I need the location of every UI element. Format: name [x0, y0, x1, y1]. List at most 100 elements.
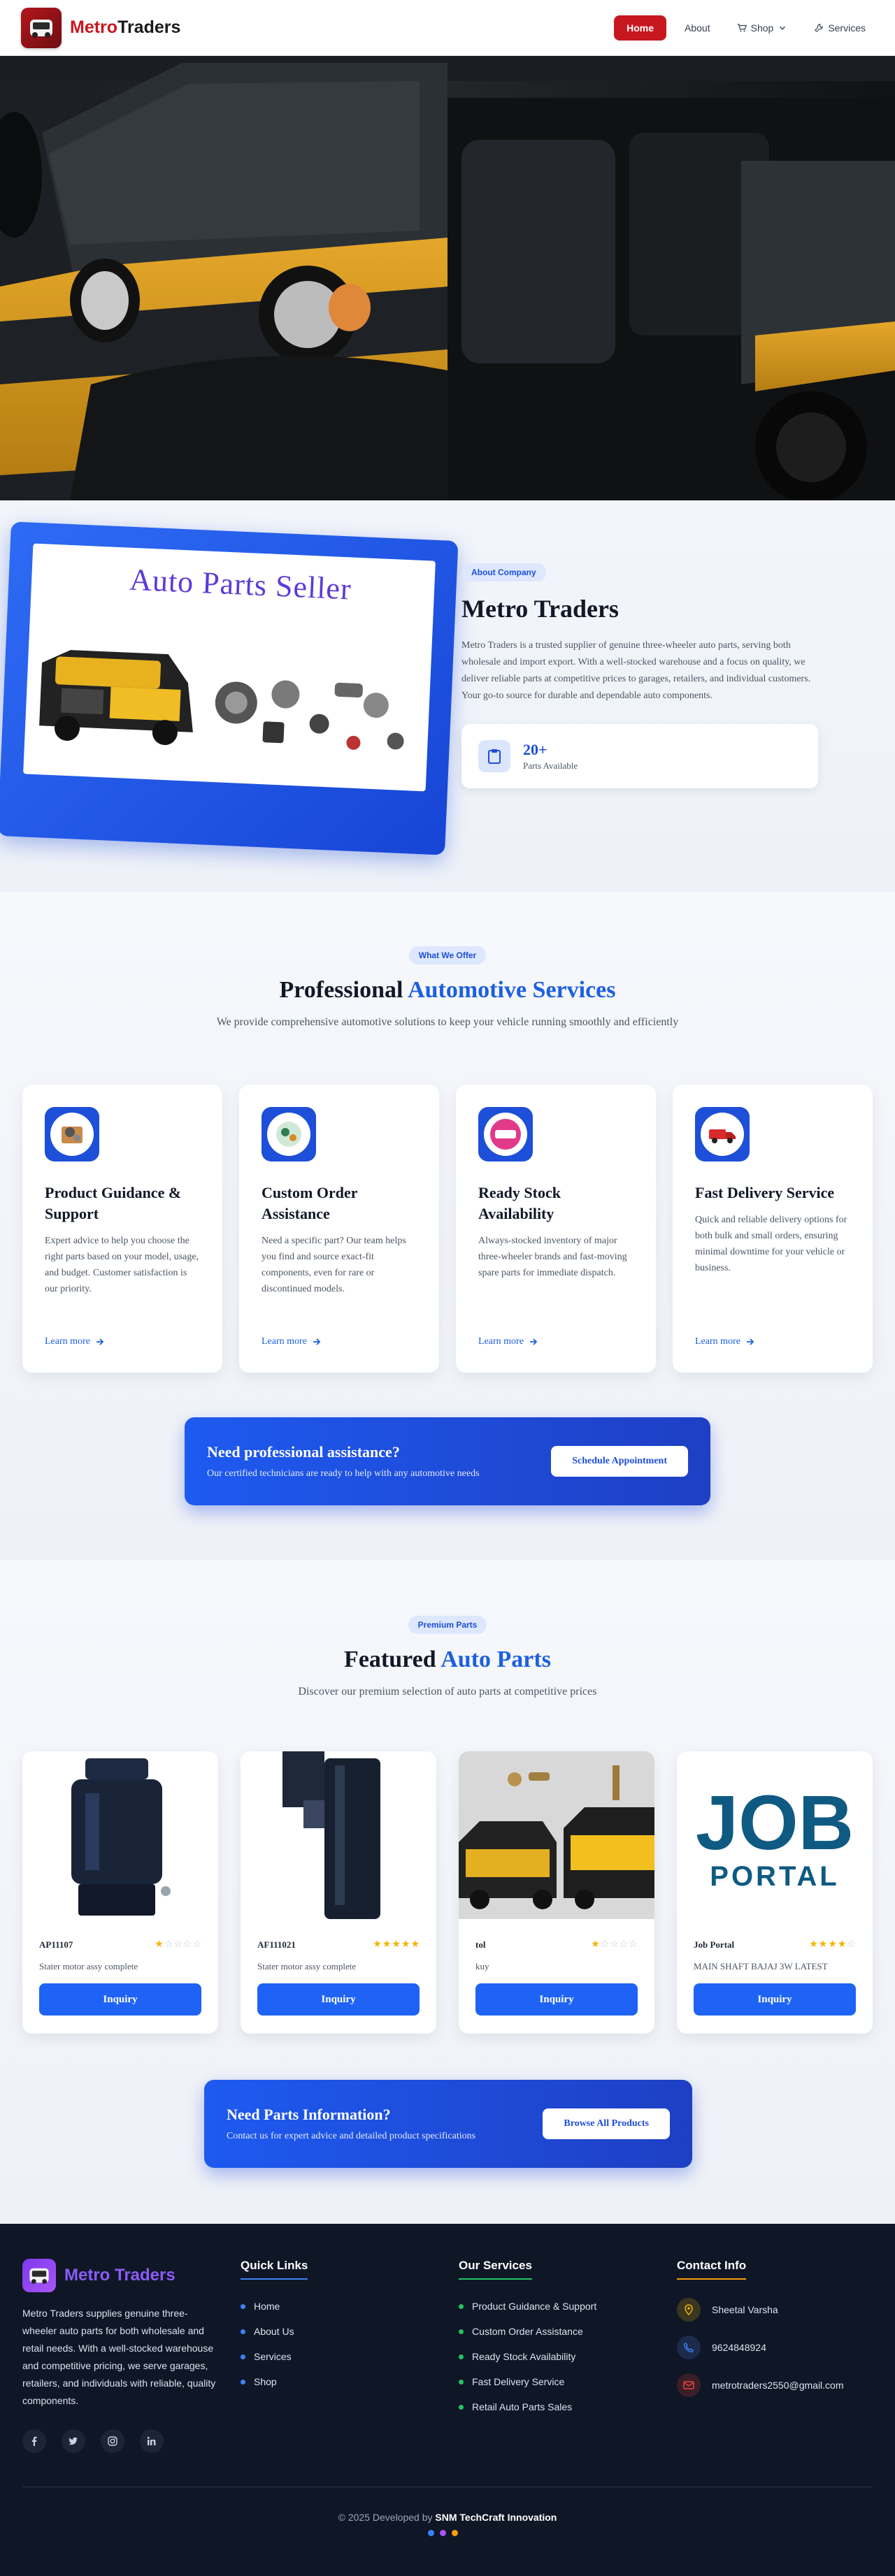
product-description: Stater motor assy complete: [257, 1961, 357, 1971]
star-empty-icon: ☆: [619, 1939, 629, 1950]
brand-logo[interactable]: [21, 7, 62, 48]
footer-link-label: About Us: [254, 2326, 294, 2337]
footer-link-services[interactable]: Services: [241, 2344, 308, 2369]
job-portal-logo: JOB PORTAL: [696, 1780, 854, 1892]
inquiry-button[interactable]: Inquiry: [475, 1983, 638, 2016]
footer-service-label: Retail Auto Parts Sales: [472, 2401, 573, 2412]
product-info-row: AF111021 ★ ★ ★ ★ ★: [257, 1939, 420, 1951]
nav-services-label: Services: [828, 22, 866, 34]
services-badge: What We Offer: [408, 946, 487, 964]
footer-link-home[interactable]: Home: [241, 2294, 308, 2319]
nav-shop-label: Shop: [750, 22, 774, 34]
hero-banner: [0, 56, 895, 500]
rating-stars: ★ ☆ ☆ ☆ ☆: [155, 1939, 201, 1951]
service-text: Always-stocked inventory of major three-…: [478, 1236, 627, 1278]
service-title: Product Guidance & Support: [45, 1184, 182, 1222]
star-empty-icon: ☆: [164, 1939, 173, 1950]
star-empty-icon: ☆: [600, 1939, 610, 1950]
facebook-icon[interactable]: [22, 2429, 46, 2453]
service-text: Expert advice to help you choose the rig…: [45, 1236, 199, 1294]
services-subtitle: We provide comprehensive automotive solu…: [216, 1016, 679, 1028]
star-filled-icon: ★: [155, 1939, 164, 1950]
footer-service-item[interactable]: Ready Stock Availability: [459, 2344, 596, 2369]
learn-more-link[interactable]: Learn more: [695, 1336, 754, 1347]
nav-home[interactable]: Home: [614, 15, 667, 41]
auto-parts-illustration: [39, 650, 404, 750]
nav-about-label: About: [685, 22, 710, 34]
copyright-company[interactable]: SNM TechCraft Innovation: [435, 2512, 557, 2523]
product-description: MAIN SHAFT BAJAJ 3W LATEST: [694, 1961, 828, 1971]
brand-name[interactable]: MetroTraders: [70, 17, 180, 38]
product-description: Stater motor assy complete: [39, 1961, 138, 1971]
footer-logo-icon: [22, 2259, 56, 2292]
star-empty-icon: ☆: [847, 1939, 856, 1950]
product-card: AF111021 ★ ★ ★ ★ ★ Stater motor assy complet…: [241, 1751, 436, 2034]
contact-name: Sheetal Varsha: [712, 2304, 778, 2315]
product-name: tol: [475, 1939, 486, 1950]
footer-link-label: Home: [254, 2301, 280, 2312]
star-empty-icon: ☆: [192, 1939, 201, 1950]
featured-parts-section: Premium Parts Featured Auto Parts Discov…: [0, 1560, 895, 2224]
rating-stars: ★ ★ ★ ★ ★: [373, 1939, 420, 1951]
footer-quick-links: Quick Links Home About Us Services Shop: [241, 2259, 308, 2394]
schedule-appointment-button[interactable]: Schedule Appointment: [551, 1446, 688, 1477]
star-filled-icon: ★: [818, 1939, 828, 1950]
phone-icon: [677, 2336, 701, 2359]
learn-more-link[interactable]: Learn more: [45, 1336, 104, 1347]
logo-word-portal: PORTAL: [710, 1861, 839, 1892]
footer-link-label: Shop: [254, 2376, 277, 2387]
product-image: [22, 1751, 218, 1919]
linkedin-icon[interactable]: [140, 2429, 164, 2453]
services-section: What We Offer Professional Automotive Se…: [0, 892, 895, 1560]
footer-service-item[interactable]: Fast Delivery Service: [459, 2369, 596, 2394]
product-name: Job Portal: [694, 1939, 735, 1950]
service-title: Custom Order Assistance: [262, 1184, 358, 1222]
footer-service-item[interactable]: Retail Auto Parts Sales: [459, 2394, 596, 2419]
arrow-right-icon: [746, 1338, 754, 1345]
services-title-accent: Automotive Services: [408, 977, 616, 1003]
services-header: What We Offer Professional Automotive Se…: [0, 946, 895, 1029]
nav-home-label: Home: [626, 22, 654, 34]
parts-badge: Premium Parts: [408, 1616, 487, 1634]
contact-name-row: Sheetal Varsha: [677, 2291, 844, 2329]
nav-services[interactable]: Services: [806, 15, 874, 41]
contact-phone-row[interactable]: 9624848924: [677, 2329, 844, 2366]
nav-shop[interactable]: Shop: [729, 15, 796, 41]
star-filled-icon: ★: [373, 1939, 382, 1950]
product-image: [241, 1751, 436, 1919]
cta-text: Contact us for expert advice and detaile…: [227, 2131, 476, 2141]
footer: Metro Traders Metro Traders supplies gen…: [0, 2224, 895, 2576]
rating-stars: ★ ☆ ☆ ☆ ☆: [591, 1939, 638, 1951]
product-info-row: Job Portal ★ ★ ★ ★ ☆: [694, 1939, 856, 1951]
parts-title-plain: Featured: [344, 1647, 436, 1672]
learn-more-label: Learn more: [695, 1336, 740, 1347]
arrow-right-icon: [313, 1338, 321, 1345]
learn-more-link[interactable]: Learn more: [478, 1336, 538, 1347]
contact-email-row[interactable]: metrotraders2550@gmail.com: [677, 2366, 844, 2404]
browse-all-products-button[interactable]: Browse All Products: [543, 2108, 670, 2139]
footer-link-shop[interactable]: Shop: [241, 2369, 308, 2394]
contact-email: metrotraders2550@gmail.com: [712, 2380, 844, 2391]
footer-link-about[interactable]: About Us: [241, 2319, 308, 2344]
footer-services: Our Services Product Guidance & Support …: [459, 2259, 596, 2419]
parts-info-cta: Need Parts Information? Contact us for e…: [204, 2080, 692, 2168]
footer-service-item[interactable]: Product Guidance & Support: [459, 2294, 596, 2319]
service-text: Need a specific part? Our team helps you…: [262, 1236, 406, 1294]
parts-available-stat: 20+ Parts Available: [461, 724, 818, 788]
footer-service-item[interactable]: Custom Order Assistance: [459, 2319, 596, 2344]
instagram-icon[interactable]: [101, 2429, 124, 2453]
inquiry-button[interactable]: Inquiry: [694, 1983, 856, 2016]
delivery-truck-icon: [695, 1107, 750, 1162]
parts-subtitle: Discover our premium selection of auto p…: [298, 1686, 597, 1698]
nav-about[interactable]: About: [676, 15, 719, 41]
location-pin-icon: [677, 2298, 701, 2322]
about-image: Auto Parts Seller: [23, 543, 436, 792]
parts-title-accent: Auto Parts: [441, 1647, 551, 1672]
cta-title: Need professional assistance?: [207, 1443, 400, 1461]
learn-more-link[interactable]: Learn more: [262, 1336, 321, 1347]
twitter-icon[interactable]: [62, 2429, 85, 2453]
services-title: Professional Automotive Services: [0, 977, 895, 1004]
inquiry-button[interactable]: Inquiry: [257, 1983, 420, 2016]
product-image: JOB PORTAL: [677, 1751, 873, 1919]
inquiry-button[interactable]: Inquiry: [39, 1983, 201, 2016]
